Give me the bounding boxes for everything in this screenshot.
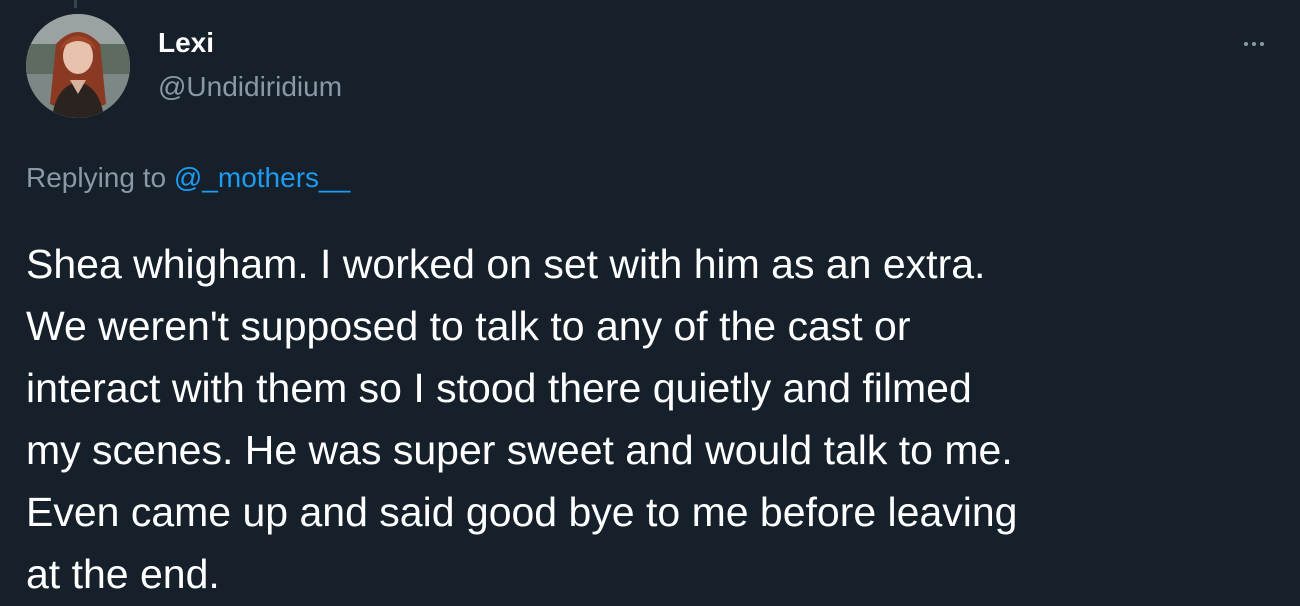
more-options-button[interactable] (1232, 26, 1276, 62)
tweet-text-line: interact with them so I stood there quie… (26, 365, 972, 411)
replying-to-line: Replying to @_mothers__ (26, 160, 350, 196)
author-display-name[interactable]: Lexi (158, 26, 214, 60)
avatar[interactable] (26, 14, 130, 118)
ellipsis-icon-dot (1260, 42, 1264, 46)
tweet-text-line: at the end. (26, 551, 220, 597)
ellipsis-icon (1244, 42, 1248, 46)
tweet-text-line: my scenes. He was super sweet and would … (26, 427, 1013, 473)
ellipsis-icon-dot (1252, 42, 1256, 46)
tweet-text-line: We weren't supposed to talk to any of th… (26, 303, 911, 349)
author-handle[interactable]: @Undidiridium (158, 70, 342, 104)
tweet-text-line: Shea whigham. I worked on set with him a… (26, 241, 986, 287)
replying-to-label: Replying to (26, 162, 174, 193)
tweet-text-line: Even came up and said good bye to me bef… (26, 489, 1018, 535)
reply-mention-link[interactable]: @_mothers__ (174, 162, 350, 193)
thread-connector-line (74, 0, 77, 8)
profile-photo (26, 14, 130, 118)
tweet-text: Shea whigham. I worked on set with him a… (26, 233, 1276, 605)
